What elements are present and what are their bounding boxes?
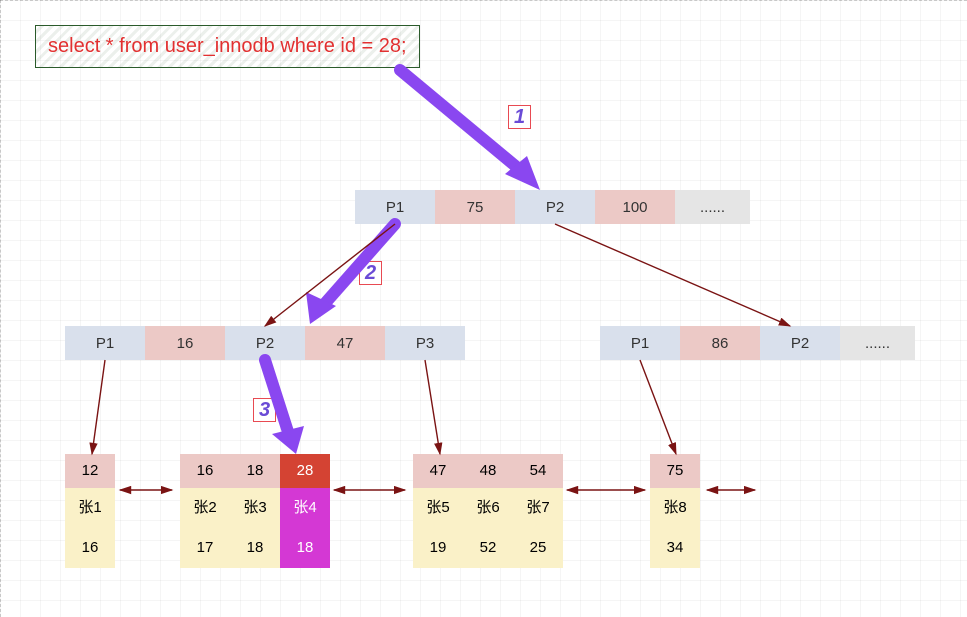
leaf-id: 75: [650, 454, 700, 488]
leaf-col: 54张725: [513, 454, 563, 568]
leaf-val: 17: [180, 528, 230, 568]
leaf-id: 18: [230, 454, 280, 488]
leaf-col: 75张834: [650, 454, 700, 568]
leaf-val: 18: [280, 528, 330, 568]
midright-p1: P1: [600, 326, 680, 360]
leaf-val: 18: [230, 528, 280, 568]
midright-86: 86: [680, 326, 760, 360]
leaf-name: 张5: [413, 488, 463, 528]
midleft-p3: P3: [385, 326, 465, 360]
midleft-p1: P1: [65, 326, 145, 360]
root-cell-75: 75: [435, 190, 515, 224]
canvas-top-border: [0, 0, 967, 1]
leaf-name: 张7: [513, 488, 563, 528]
leaf-name: 张3: [230, 488, 280, 528]
leaf-val: 16: [65, 528, 115, 568]
leaf-col-match: 28张418: [280, 454, 330, 568]
leaf-name: 张6: [463, 488, 513, 528]
midright-p2: P2: [760, 326, 840, 360]
leaf-id: 28: [280, 454, 330, 488]
leaf-val: 34: [650, 528, 700, 568]
leaf-id: 12: [65, 454, 115, 488]
leaf-col: 18张318: [230, 454, 280, 568]
leaf-id: 54: [513, 454, 563, 488]
leaf-name: 张2: [180, 488, 230, 528]
canvas-left-border: [0, 0, 1, 617]
leaf-col: 47张519: [413, 454, 463, 568]
leaf-val: 19: [413, 528, 463, 568]
root-cell-p2: P2: [515, 190, 595, 224]
root-cell-100: 100: [595, 190, 675, 224]
step-label-1: 1: [508, 105, 531, 129]
root-cell-more: ......: [675, 190, 750, 224]
leaf-name: 张4: [280, 488, 330, 528]
leaf-name: 张1: [65, 488, 115, 528]
midleft-p2: P2: [225, 326, 305, 360]
leaf-id: 47: [413, 454, 463, 488]
step-label-3: 3: [253, 398, 276, 422]
root-cell-p1: P1: [355, 190, 435, 224]
leaf-col: 16张217: [180, 454, 230, 568]
leaf-col: 48张652: [463, 454, 513, 568]
midleft-16: 16: [145, 326, 225, 360]
leaf-id: 48: [463, 454, 513, 488]
diagram-canvas: select * from user_innodb where id = 28;…: [0, 0, 967, 617]
leaf-val: 25: [513, 528, 563, 568]
sql-query-box: select * from user_innodb where id = 28;: [35, 25, 420, 68]
leaf-id: 16: [180, 454, 230, 488]
step-label-2: 2: [359, 261, 382, 285]
midleft-47: 47: [305, 326, 385, 360]
leaf-name: 张8: [650, 488, 700, 528]
midright-more: ......: [840, 326, 915, 360]
leaf-col: 12张116: [65, 454, 115, 568]
leaf-val: 52: [463, 528, 513, 568]
